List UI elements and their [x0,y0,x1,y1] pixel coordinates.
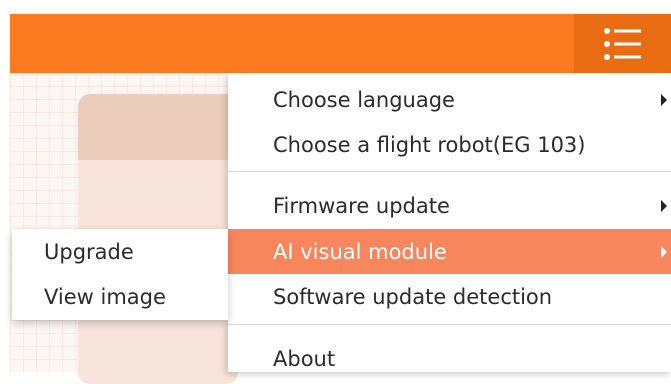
menu-item-ai-visual-module[interactable]: AI visual module [228,229,671,274]
menu-button[interactable] [574,14,671,73]
menu-item-software-update-detection[interactable]: Software update detection [228,275,671,319]
menu-item-label: About [273,347,336,371]
submenu-item-label: View image [44,284,166,309]
menu-divider [228,171,671,172]
menu-item-about[interactable]: About [228,337,671,381]
menu-item-choose-language[interactable]: Choose language [228,78,671,122]
menu-item-label: Software update detection [273,285,553,309]
ai-visual-submenu: Upgrade View image [12,229,228,320]
submenu-arrow-icon [661,245,667,258]
dropdown-menu: Choose language Choose a flight robot(EG… [228,73,671,372]
top-bar [10,14,671,73]
menu-item-label: AI visual module [273,239,447,264]
submenu-item-view-image[interactable]: View image [12,274,228,319]
menu-item-label: Choose language [273,88,455,112]
submenu-item-upgrade[interactable]: Upgrade [12,229,228,274]
submenu-arrow-icon [661,94,667,106]
menu-item-label: Choose a flight robot(EG 103) [273,133,586,157]
background-card-header [78,94,238,160]
menu-item-label: Firmware update [273,194,450,218]
menu-item-choose-flight-robot[interactable]: Choose a flight robot(EG 103) [228,123,671,167]
menu-divider [228,324,671,325]
menu-item-firmware-update[interactable]: Firmware update [228,184,671,228]
submenu-item-label: Upgrade [44,239,134,264]
submenu-arrow-icon [661,200,667,212]
hamburger-list-icon [603,27,641,60]
